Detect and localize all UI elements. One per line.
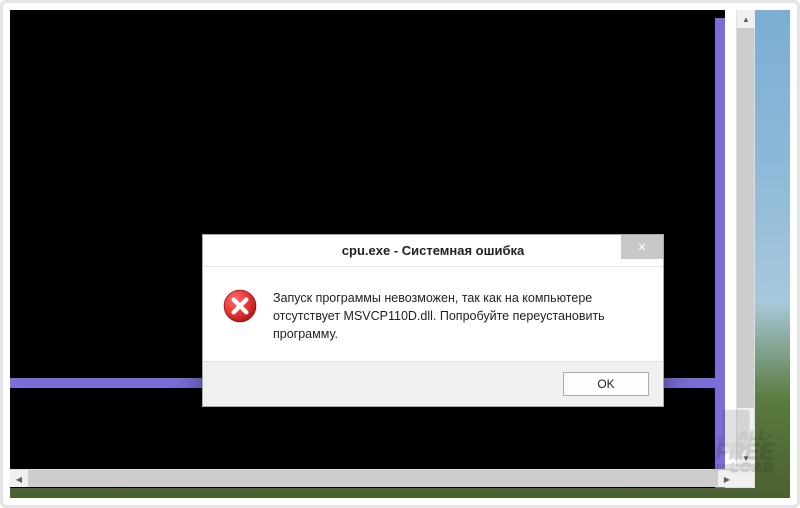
scroll-thumb-horizontal[interactable] [28, 470, 718, 487]
dialog-footer: OK [203, 361, 663, 406]
ok-button[interactable]: OK [563, 372, 649, 396]
scroll-down-button[interactable]: ▼ [737, 449, 755, 467]
scroll-left-button[interactable]: ◀ [10, 470, 28, 488]
dialog-title: cpu.exe - Системная ошибка [203, 243, 663, 258]
scroll-right-button[interactable]: ▶ [718, 470, 736, 488]
vertical-scrollbar[interactable]: ▲ ▼ [736, 10, 754, 467]
close-icon: ✕ [637, 241, 646, 254]
scroll-corner [736, 469, 754, 487]
dialog-body: Запуск программы невозможен, так как на … [203, 267, 663, 361]
dialog-message: Запуск программы невозможен, так как на … [273, 289, 643, 343]
error-dialog: cpu.exe - Системная ошибка ✕ Запуск прог… [202, 234, 664, 407]
scroll-up-button[interactable]: ▲ [737, 10, 755, 28]
error-icon [223, 289, 257, 323]
horizontal-scrollbar[interactable]: ◀ ▶ [10, 469, 754, 487]
dialog-titlebar[interactable]: cpu.exe - Системная ошибка ✕ [203, 235, 663, 267]
purple-vertical-bar [715, 18, 725, 488]
scroll-thumb-vertical[interactable] [737, 28, 754, 408]
close-button[interactable]: ✕ [621, 235, 663, 259]
desktop-background: ▲ ▼ ◀ ▶ cpu.exe - Системная ошибка ✕ [10, 10, 790, 498]
